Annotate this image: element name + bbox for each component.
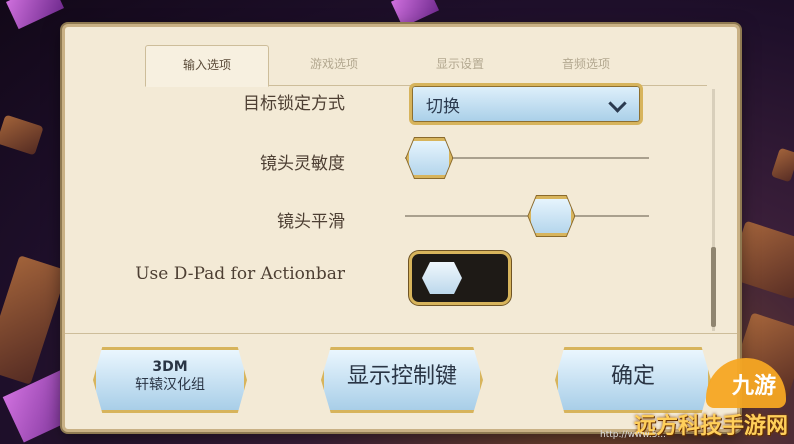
chevron-down-icon bbox=[608, 94, 627, 113]
scrollbar-thumb[interactable] bbox=[711, 247, 716, 327]
credits-line-2: 轩辕汉化组 bbox=[135, 377, 205, 393]
target-lock-dropdown[interactable]: 切换 bbox=[409, 83, 643, 125]
background-crystal bbox=[6, 0, 64, 30]
tab-audio-options[interactable]: 音频选项 bbox=[525, 45, 647, 85]
camera-smoothing-label: 镜头平滑 bbox=[277, 212, 345, 232]
watermark-logo-text: 九游 bbox=[731, 374, 776, 399]
tab-display-settings[interactable]: 显示设置 bbox=[399, 45, 521, 85]
target-lock-label: 目标锁定方式 bbox=[243, 94, 345, 114]
camera-smoothing-thumb-face[interactable] bbox=[528, 196, 575, 236]
watermark-url: http://www.5... bbox=[600, 430, 666, 440]
toggle-knob bbox=[422, 262, 462, 294]
scrollbar[interactable] bbox=[711, 89, 716, 331]
background-rock bbox=[0, 114, 44, 156]
divider bbox=[65, 333, 737, 334]
background-rock bbox=[770, 147, 794, 183]
background-rock bbox=[0, 255, 68, 385]
show-controls-button[interactable]: 显示控制键 bbox=[321, 347, 483, 413]
dpad-toggle[interactable] bbox=[409, 251, 511, 305]
tab-game-options[interactable]: 游戏选项 bbox=[273, 45, 395, 85]
camera-sensitivity-thumb-face[interactable] bbox=[406, 138, 453, 178]
settings-panel: 输入选项 游戏选项 显示设置 音频选项 目标锁定方式 切换 镜头灵敏度 镜头平滑… bbox=[62, 24, 740, 432]
confirm-button[interactable]: 确定 bbox=[555, 347, 711, 413]
tab-input-options[interactable]: 输入选项 bbox=[145, 45, 269, 87]
tab-bar: 输入选项 游戏选项 显示设置 音频选项 bbox=[145, 41, 707, 87]
credits-line-1: 3DM bbox=[152, 359, 188, 375]
dpad-label: Use D-Pad for Actionbar bbox=[135, 264, 345, 284]
credits-button[interactable]: 3DM 轩辕汉化组 bbox=[93, 347, 247, 413]
camera-smoothing-track[interactable] bbox=[405, 215, 649, 217]
camera-sensitivity-label: 镜头灵敏度 bbox=[260, 154, 345, 174]
target-lock-value: 切换 bbox=[426, 97, 460, 117]
